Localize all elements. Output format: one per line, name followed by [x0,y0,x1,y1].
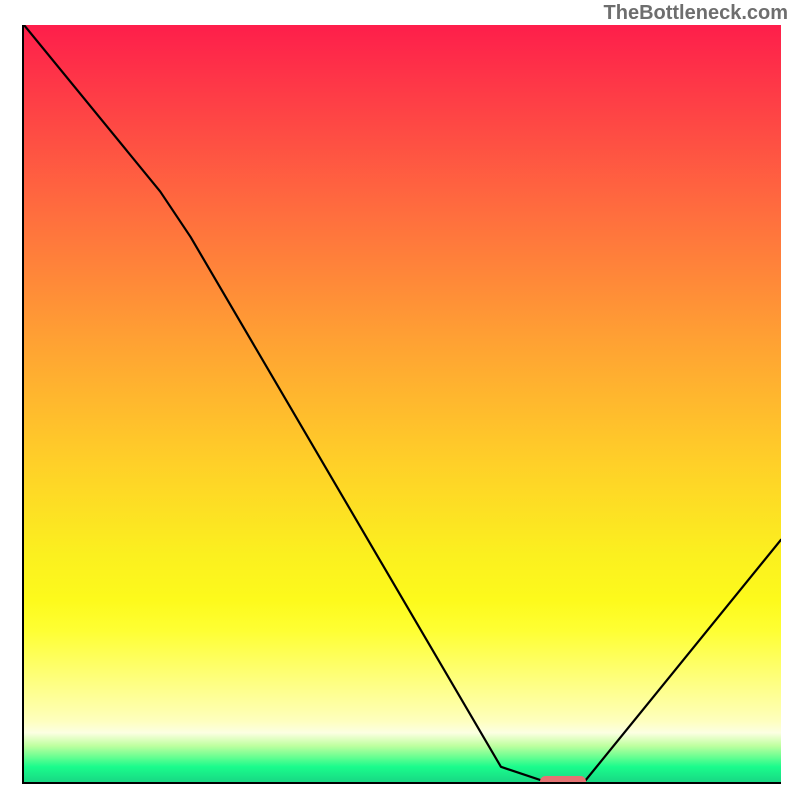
bottleneck-curve-line [24,25,781,782]
chart-curve-svg [24,25,781,782]
attribution-text: TheBottleneck.com [604,2,788,25]
optimal-range-marker [540,776,586,784]
chart-plot-area [22,25,781,784]
